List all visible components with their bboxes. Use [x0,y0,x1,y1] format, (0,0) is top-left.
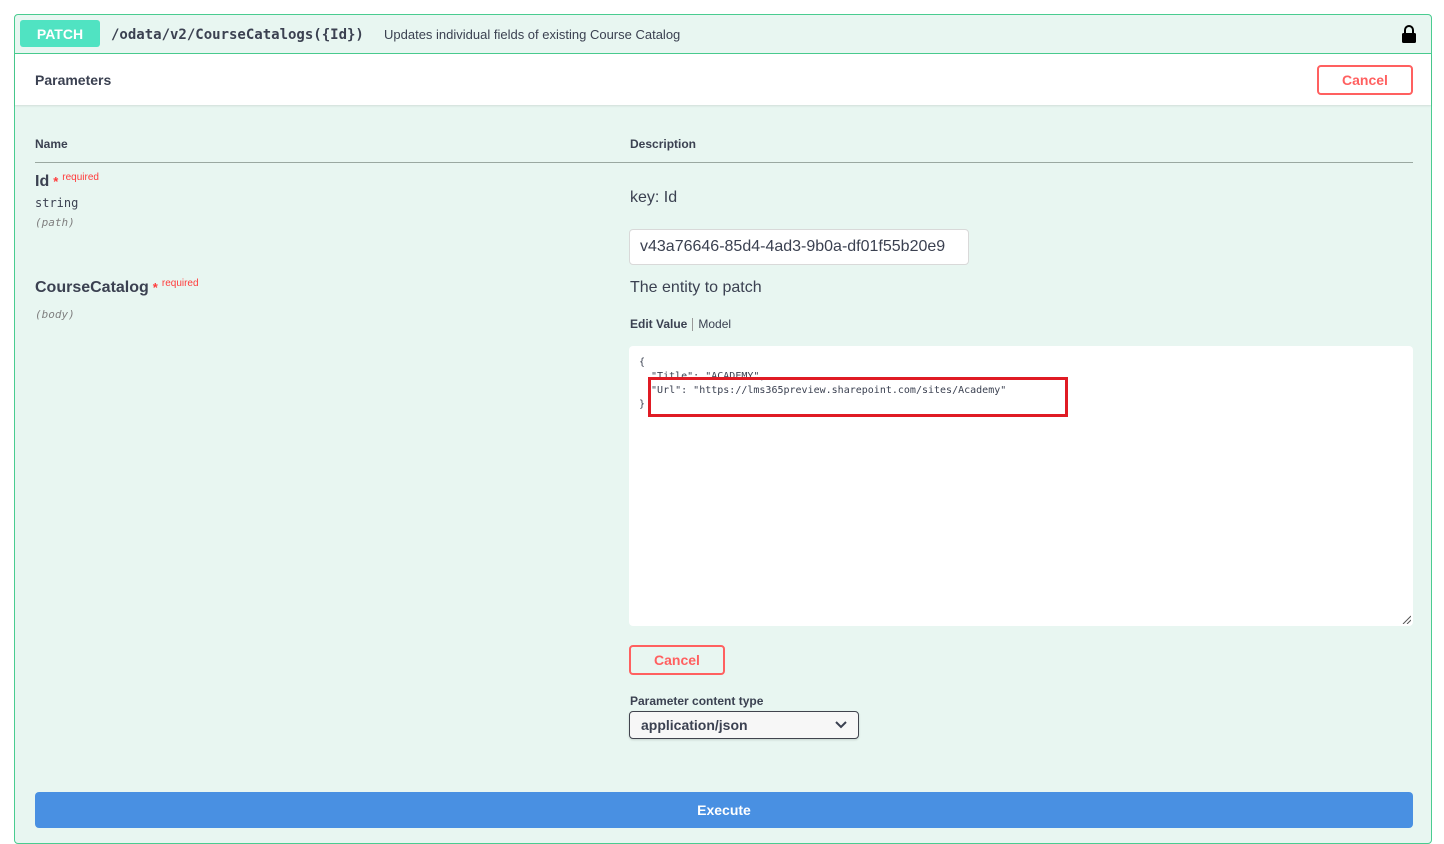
required-label: required [161,278,199,289]
cancel-body-button[interactable]: Cancel [629,645,725,675]
column-header-name: Name [35,137,68,151]
parameters-header: Parameters Cancel [15,54,1431,105]
id-input[interactable] [629,229,969,265]
param-name-coursecatalog: CourseCatalog * required [35,278,199,297]
header-divider [35,162,1413,163]
body-tabs: Edit Value Model [630,317,731,332]
cancel-try-out-button[interactable]: Cancel [1317,65,1413,95]
param-type-id: string [35,196,79,210]
param-description-id: key: Id [630,189,678,206]
column-header-description: Description [630,137,697,151]
method-badge: PATCH [20,20,100,47]
param-name-id: Id * required [35,172,99,191]
param-name-coursecatalog-text: CourseCatalog [35,279,149,296]
param-in-coursecatalog: (body) [35,308,75,321]
param-in-id: (path) [35,216,75,229]
operation-description: Updates individual fields of existing Co… [384,27,681,42]
tab-model[interactable]: Model [698,317,731,331]
highlight-box [648,377,1068,417]
resize-handle-icon[interactable] [1401,614,1411,624]
param-name-id-text: Id [35,173,50,190]
tab-separator [692,318,694,332]
execute-button[interactable]: Execute [35,792,1413,828]
required-label: required [62,172,99,183]
param-description-coursecatalog: The entity to patch [630,279,762,296]
content-type-select[interactable]: application/json [629,711,859,739]
chevron-down-icon [835,721,847,729]
required-star: * [53,174,59,189]
content-type-label: Parameter content type [630,694,764,708]
lock-icon[interactable] [1401,24,1417,44]
tab-edit-value[interactable]: Edit Value [630,317,687,331]
parameters-title: Parameters [35,72,112,88]
endpoint-path: /odata/v2/CourseCatalogs({Id}) [111,27,364,43]
code-line: { [639,357,646,368]
operation-summary[interactable]: PATCH /odata/v2/CourseCatalogs({Id}) Upd… [15,15,1431,54]
content-type-value: application/json [641,717,748,733]
patch-operation-block: PATCH /odata/v2/CourseCatalogs({Id}) Upd… [14,14,1432,844]
required-star: * [152,280,158,295]
